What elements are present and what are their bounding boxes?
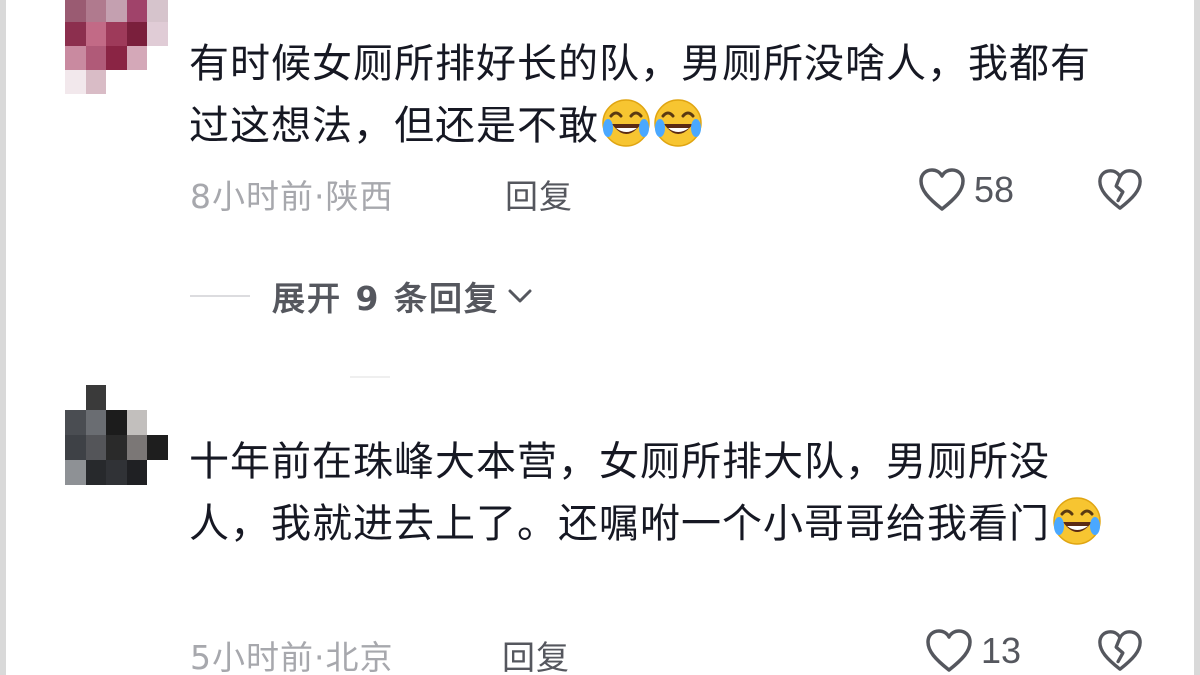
broken-heart-icon [1098,169,1142,210]
comment-time-location: 5小时前·北京 [190,638,394,675]
laughing-tears-emoji [602,99,650,147]
avatar-pixel [85,385,107,410]
laughing-tears-emoji [654,99,702,147]
avatar-pixel [106,385,127,410]
dislike-button[interactable] [1097,628,1143,675]
dislike-button[interactable] [1097,167,1143,217]
like-count: 13 [981,630,1022,671]
avatar-pixel [147,70,168,94]
avatar-pixel [147,22,168,46]
avatar-pixel [126,46,148,70]
avatar-pixel [85,435,107,460]
avatar-pixel [65,410,86,435]
avatar-pixel [126,0,148,22]
avatar-pixel [106,0,127,22]
avatar-pixel [147,460,168,485]
avatar-pixel [65,435,86,460]
heart-icon [926,629,972,672]
broken-heart-icon [1098,630,1142,671]
comment-text: 有时候女厕所排好长的队，男厕所没啥人，我都有过这想法，但还是不敢 [189,33,1119,157]
avatar-pixel [126,435,148,460]
avatar-pixel [106,435,127,460]
avatar-pixel [65,22,86,46]
avatar-pixel [126,70,148,94]
reply-button[interactable]: 回复 [502,631,570,675]
comment-time-location: 8小时前·陕西 [190,177,394,216]
avatar-pixel [85,410,107,435]
like-button[interactable]: 13 [925,628,1021,674]
reply-button[interactable]: 回复 [505,170,573,218]
avatar-pixel [106,70,127,94]
avatar-pixel [126,22,148,46]
avatar-pixel [147,46,168,70]
avatar-pixel [126,385,148,410]
avatar-pixel [147,410,168,435]
avatar-pixel [106,46,127,70]
avatar-pixel [106,410,127,435]
avatar-pixel [65,46,86,70]
avatar-pixel [85,0,107,22]
like-count: 58 [974,169,1015,210]
expand-replies-label: 展开 9 条回复 [272,279,499,318]
divider-line [190,295,250,297]
avatar-pixel [147,0,168,22]
chevron-down-icon [508,289,532,303]
avatar[interactable] [65,385,168,485]
avatar-pixel [85,460,107,485]
avatar-pixel [85,22,107,46]
avatar-pixel [106,460,127,485]
like-button[interactable]: 58 [918,167,1014,213]
heart-icon [919,168,965,211]
avatar-pixel [65,0,86,22]
avatar-pixel [65,460,86,485]
screen-edge-right [1194,0,1200,675]
divider-line [350,376,390,378]
avatar-pixel [126,410,148,435]
screen-edge-left [0,0,6,675]
avatar-pixel [147,435,168,460]
avatar-pixel [106,22,127,46]
avatar-pixel [85,46,107,70]
avatar-pixel [85,70,107,94]
laughing-tears-emoji [1053,497,1101,545]
avatar-pixel [65,70,86,94]
comment-text: 十年前在珠峰大本营，女厕所排大队，男厕所没人，我就进去上了。还嘱咐一个小哥哥给我… [189,431,1119,555]
expand-replies-button[interactable]: 展开 9 条回复 [190,272,535,320]
avatar-pixel [147,385,168,410]
comment-body: 十年前在珠峰大本营，女厕所排大队，男厕所没人，我就进去上了。还嘱咐一个小哥哥给我… [189,439,1050,547]
avatar-pixel [126,460,148,485]
avatar[interactable] [65,0,168,94]
avatar-pixel [65,385,86,410]
